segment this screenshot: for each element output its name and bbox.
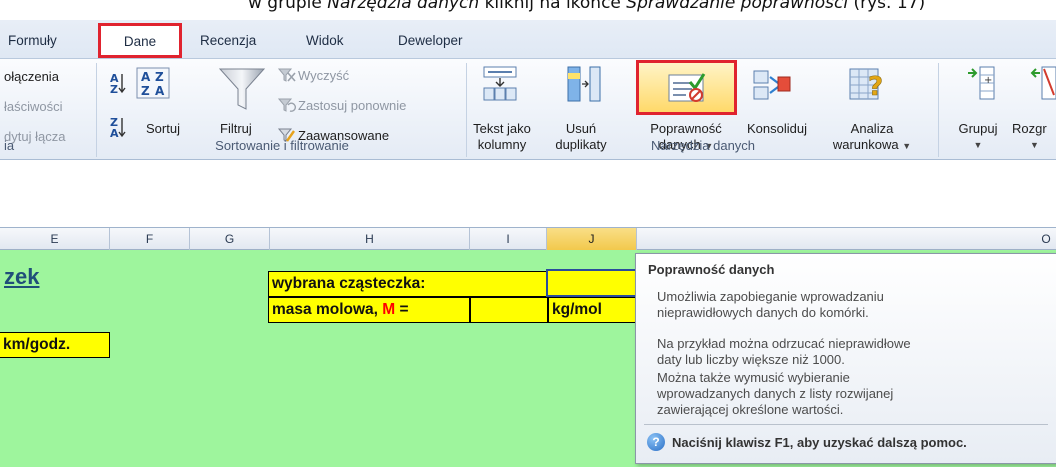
selected-molecule-label-cell[interactable]: wybrana cząsteczka: [268, 271, 548, 297]
svg-text:Z: Z [141, 84, 150, 98]
ribbon-tabs: Formuły Dane Recenzja Widok Deweloper [0, 20, 1056, 58]
column-header-o[interactable]: O [1036, 228, 1056, 250]
group-separator [938, 63, 939, 157]
tooltip-line: Można także wymusić wybieranie [657, 370, 850, 385]
column-headers: E F G H I J O [0, 228, 1056, 250]
column-header-j[interactable]: J [547, 228, 637, 250]
column-header-g[interactable]: G [190, 228, 270, 250]
molar-mass-value-cell[interactable] [470, 297, 548, 323]
what-if-line1: Analiza [850, 121, 894, 136]
tooltip-line: Na przykład można odrzucać nieprawidłowe [657, 336, 911, 351]
column-header-e[interactable]: E [0, 228, 110, 250]
tab-widok[interactable]: Widok [306, 28, 344, 54]
tab-formuly[interactable]: Formuły [8, 28, 57, 54]
ungroup-label[interactable]: Rozgr ▼ [1012, 121, 1056, 153]
tooltip-title: Poprawność danych [648, 262, 775, 277]
connections-button[interactable]: ołączenia [4, 69, 59, 84]
sheet-title-fragment[interactable]: zek [4, 264, 39, 290]
tooltip-line: daty lub liczby większe niż 1000. [657, 352, 845, 367]
group-button-text: Grupuj [958, 121, 998, 136]
tooltip-paragraph: Umożliwia zapobieganie wprowadzaniu niep… [657, 289, 1047, 321]
molar-mass-symbol: M [382, 301, 396, 318]
svg-text:Z: Z [155, 70, 164, 84]
sort-button[interactable]: Sortuj [146, 121, 180, 136]
reapply-filter-icon[interactable] [278, 97, 296, 113]
column-header-h[interactable]: H [270, 228, 470, 250]
column-header-f[interactable]: F [110, 228, 190, 250]
caption-group-name: Narzędzia danych [327, 0, 480, 13]
ungroup-icon[interactable] [1030, 65, 1056, 101]
remove-duplicates-line1: Usuń [565, 121, 597, 136]
group-separator [466, 63, 467, 157]
group-icon[interactable]: + [966, 65, 1000, 101]
tooltip-line: nieprawidłowych danych do komórki. [657, 305, 869, 320]
sort-za-icon[interactable]: Z A [108, 115, 128, 139]
tooltip-divider [644, 424, 1048, 425]
dropdown-arrow-icon: ▼ [1030, 140, 1039, 150]
group-label[interactable]: Grupuj ▼ [950, 121, 1006, 153]
speed-unit-cell[interactable]: km/godz. [0, 332, 110, 358]
clear-filter-icon[interactable] [278, 67, 296, 83]
help-icon: ? [647, 433, 665, 451]
tooltip-line: Umożliwia zapobieganie wprowadzaniu [657, 289, 884, 304]
reapply-button[interactable]: Zastosuj ponownie [298, 98, 406, 113]
tooltip-help-text: Naciśnij klawisz F1, aby uzyskać dalszą … [672, 435, 967, 450]
document-caption: w grupie Narzędzia danych kliknij na iko… [0, 0, 1056, 20]
filter-button[interactable]: Filtruj [220, 121, 252, 136]
ribbon-panel: ołączenia łaściwości dytuj łącza ia A Z … [0, 58, 1056, 160]
data-validation-icon [668, 73, 706, 102]
caption-before: w grupie [248, 0, 328, 13]
tab-recenzja[interactable]: Recenzja [200, 28, 256, 54]
svg-text:Z: Z [110, 83, 118, 95]
formula-bar-area [0, 160, 1056, 228]
caption-icon-name: Sprawdzanie poprawności [626, 0, 849, 13]
tooltip-paragraph: Można także wymusić wybieranie wprowadza… [657, 370, 1047, 418]
data-validation-button[interactable] [636, 60, 737, 115]
consolidate-icon[interactable] [752, 65, 792, 103]
consolidate-label[interactable]: Konsoliduj [738, 121, 816, 137]
connections-group-label: ia [4, 138, 15, 153]
tab-deweloper[interactable]: Deweloper [398, 28, 463, 54]
what-if-analysis-icon[interactable]: ? [848, 63, 888, 105]
column-header-i[interactable]: I [470, 228, 547, 250]
caption-middle: kliknij na ikonce [479, 0, 627, 13]
remove-duplicates-icon[interactable] [566, 65, 602, 103]
selected-molecule-input-cell[interactable] [546, 269, 638, 297]
tooltip-line: wprowadzanych danych z listy rozwijanej [657, 386, 894, 401]
dropdown-arrow-icon: ▼ [973, 140, 983, 150]
caption-text: w grupie Narzędzia danych kliknij na iko… [248, 0, 925, 13]
ungroup-button-text: Rozgr [1012, 121, 1047, 136]
clear-button[interactable]: Wyczyść [298, 68, 349, 83]
molar-mass-equals: = [395, 301, 409, 318]
tab-dane[interactable]: Dane [98, 23, 182, 58]
group-separator [96, 63, 97, 157]
data-validation-tooltip: Poprawność danych Umożliwia zapobieganie… [635, 253, 1056, 464]
caption-after: (rys. 17) [848, 0, 926, 13]
tooltip-paragraph: Na przykład można odrzucać nieprawidłowe… [657, 336, 1047, 368]
svg-text:+: + [984, 75, 992, 86]
sort-dialog-icon[interactable]: A Z Z A [136, 67, 170, 99]
molar-mass-label-text: masa molowa, [272, 301, 383, 318]
sort-az-icon[interactable]: A Z [108, 71, 128, 95]
svg-text:?: ? [868, 72, 883, 102]
properties-button[interactable]: łaściwości [4, 99, 63, 114]
data-tools-group-label: Narzędzia danych [650, 138, 756, 153]
svg-text:A: A [141, 70, 151, 84]
data-validation-line1: Poprawność [650, 121, 722, 136]
tooltip-line: zawierającej określone wartości. [657, 402, 844, 417]
sort-filter-group-label: Sortowanie i filtrowanie [215, 138, 349, 153]
svg-text:A: A [155, 84, 165, 98]
text-to-columns-icon[interactable] [482, 65, 518, 103]
filter-icon[interactable] [218, 67, 266, 111]
molar-mass-unit-cell[interactable]: kg/mol [548, 297, 638, 323]
molar-mass-label-cell[interactable]: masa molowa, M = [268, 297, 470, 323]
text-to-columns-line1: Tekst jako [473, 121, 531, 136]
